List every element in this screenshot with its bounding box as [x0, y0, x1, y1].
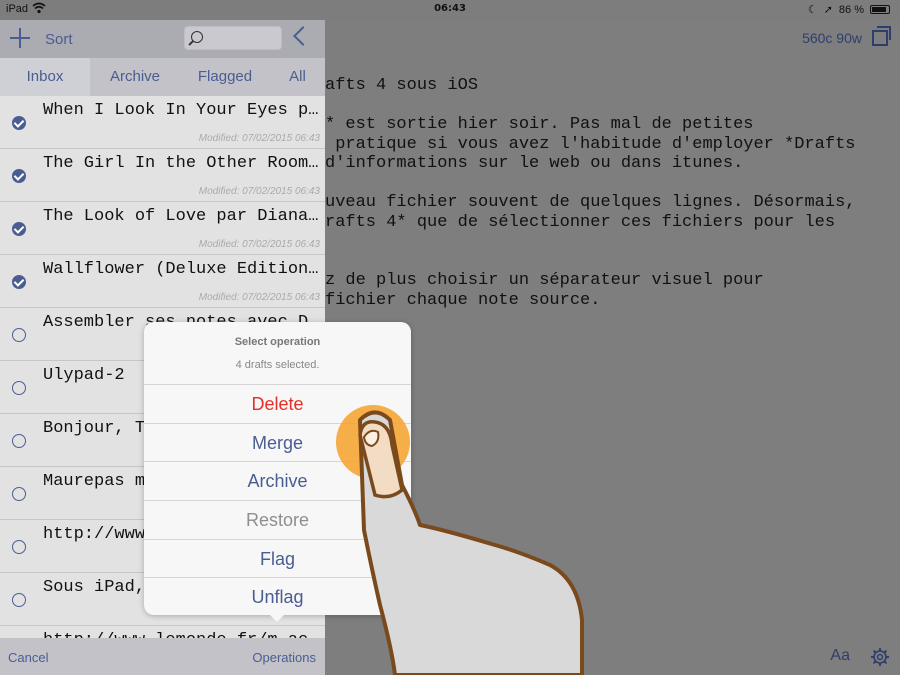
status-bar: iPad 06:43 ☾ ➚ 86 % [0, 0, 900, 20]
copy-icon[interactable] [872, 26, 891, 46]
sheet-buttons: Delete Merge Archive Restore Flag Unflag [144, 384, 411, 615]
tab-archive[interactable]: Archive [90, 58, 180, 96]
status-clock: 06:43 [434, 3, 466, 14]
battery-percent: 86 % [838, 3, 864, 16]
empty-circle-icon[interactable] [12, 381, 26, 395]
empty-circle-icon[interactable] [12, 328, 26, 342]
draft-row[interactable]: When I Look In Your Eyes p… Modified: 07/… [0, 96, 325, 149]
empty-circle-icon[interactable] [12, 434, 26, 448]
empty-circle-icon[interactable] [12, 593, 26, 607]
restore-button[interactable]: Restore [144, 500, 411, 539]
draft-title: The Girl In the Other Room… [43, 154, 319, 173]
editor-line: z de plus choisir un séparateur visuel p… [325, 271, 764, 290]
battery-icon [870, 5, 890, 14]
draft-title: The Look of Love par Diana… [43, 207, 319, 226]
action-sheet: Select operation 4 drafts selected. Dele… [144, 322, 411, 615]
checkmark-circle-icon[interactable] [12, 169, 26, 183]
unflag-button[interactable]: Unflag [144, 577, 411, 615]
sort-button[interactable]: Sort [45, 31, 73, 48]
font-size-button[interactable]: Aa [830, 647, 850, 665]
operations-button[interactable]: Operations [252, 650, 316, 665]
flag-button[interactable]: Flag [144, 538, 411, 578]
popover-arrow [267, 612, 287, 622]
merge-button[interactable]: Merge [144, 422, 411, 462]
moon-icon: ☾ [807, 4, 818, 16]
draft-modified: Modified: 07/02/2015 06:43 [198, 239, 320, 250]
sheet-message: 4 drafts selected. [235, 359, 320, 371]
word-counter[interactable]: 560c 90w [802, 30, 862, 46]
draft-row[interactable]: The Look of Love par Diana… Modified: 07/… [0, 202, 325, 255]
gear-icon[interactable] [870, 647, 890, 667]
draft-modified: Modified: 07/02/2015 06:43 [198, 292, 320, 303]
sidebar-footer: Cancel Operations [0, 638, 325, 675]
editor-line: fichier chaque note source. [325, 290, 601, 310]
search-icon [191, 31, 203, 43]
draft-row[interactable]: Wallflower (Deluxe Edition… Modified: 07/… [0, 255, 325, 308]
rotation-lock-icon: ➚ [823, 4, 833, 16]
empty-circle-icon[interactable] [12, 540, 26, 554]
editor-line: afts 4 sous iOS [325, 76, 479, 95]
sheet-title: Select operation [234, 336, 321, 348]
add-draft-icon[interactable] [10, 28, 30, 48]
cancel-button[interactable]: Cancel [8, 650, 48, 665]
archive-button[interactable]: Archive [144, 461, 411, 500]
chevron-left-icon[interactable] [293, 26, 313, 46]
search-input[interactable] [184, 26, 282, 50]
tab-flagged[interactable]: Flagged [180, 58, 270, 96]
editor-line: * est sortie hier soir. Pas mal de petit… [325, 115, 754, 134]
checkmark-circle-icon[interactable] [12, 116, 26, 130]
checkmark-circle-icon[interactable] [12, 222, 26, 236]
tab-all[interactable]: All [270, 58, 325, 96]
draft-title: When I Look In Your Eyes p… [43, 101, 319, 120]
editor-line: uveau fichier souvent de quelques lignes… [325, 193, 856, 212]
sidebar-header: Sort [0, 20, 325, 58]
delete-button[interactable]: Delete [144, 384, 411, 423]
empty-circle-icon[interactable] [12, 487, 26, 501]
draft-modified: Modified: 07/02/2015 06:43 [198, 186, 320, 197]
tab-inbox[interactable]: Inbox [0, 58, 90, 96]
editor-line: rafts 4* que de sélectionner ces fichier… [325, 212, 836, 232]
draft-row[interactable]: The Girl In the Other Room… Modified: 07/… [0, 149, 325, 202]
filter-tabs: Inbox Archive Flagged All [0, 58, 325, 96]
editor-line: pratique si vous avez l'habitude d'emplo… [325, 134, 856, 154]
draft-modified: Modified: 07/02/2015 06:43 [198, 133, 320, 144]
editor-line: d'informations sur le web ou dans itunes… [325, 154, 744, 173]
editor-text[interactable]: afts 4 sous iOS * est sortie hier soir. P… [325, 76, 856, 310]
draft-title: Wallflower (Deluxe Edition… [43, 260, 319, 279]
checkmark-circle-icon[interactable] [12, 275, 26, 289]
editor-pane: 560c 90w afts 4 sous iOS * est sortie hie… [325, 20, 900, 675]
